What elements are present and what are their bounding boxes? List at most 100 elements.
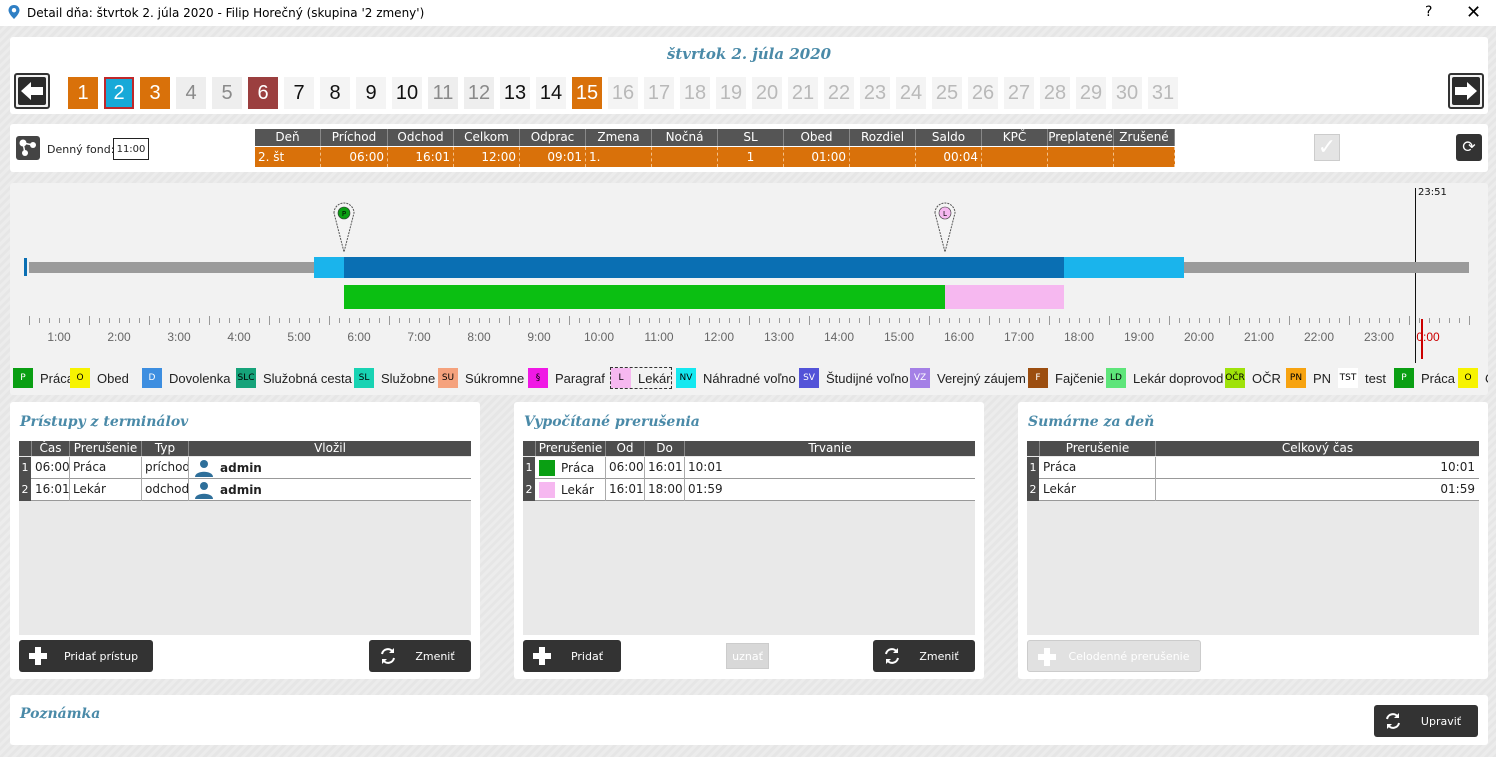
legend-item[interactable]: P Práca: [1394, 368, 1455, 388]
day-button-23[interactable]: 23: [860, 77, 890, 109]
day-button-17[interactable]: 17: [644, 77, 674, 109]
table-row[interactable]: 2 Lekár 16:01 18:00 01:59: [523, 479, 975, 501]
legend-item[interactable]: F Fajčenie: [1028, 368, 1104, 388]
column-header[interactable]: Prerušenie: [1040, 441, 1156, 456]
work-shift-bar[interactable]: [344, 257, 1064, 278]
work-interval-bar[interactable]: [344, 285, 945, 309]
day-button-8[interactable]: 8: [320, 77, 350, 109]
next-day-button[interactable]: [1448, 73, 1484, 109]
day-button-10[interactable]: 10: [392, 77, 422, 109]
day-button-12[interactable]: 12: [464, 77, 494, 109]
column-header[interactable]: Trvanie: [685, 441, 975, 456]
column-header[interactable]: Čas: [32, 441, 70, 456]
day-button-30[interactable]: 30: [1112, 77, 1142, 109]
add-access-button[interactable]: Pridať prístup: [19, 640, 153, 672]
summary-value: [1048, 147, 1114, 167]
accept-button[interactable]: uznať: [726, 643, 769, 669]
day-button-26[interactable]: 26: [968, 77, 998, 109]
timeline-tick: [599, 318, 600, 323]
change-access-button[interactable]: Zmeniť: [369, 640, 471, 672]
check-icon[interactable]: ✓: [1314, 134, 1340, 161]
legend-item[interactable]: OO: [1458, 368, 1488, 388]
legend-item[interactable]: L Lekár: [610, 367, 672, 389]
day-button-27[interactable]: 27: [1004, 77, 1034, 109]
legend-label: Fajčenie: [1055, 370, 1105, 386]
edit-note-button[interactable]: Upraviť: [1374, 705, 1478, 737]
day-button-20[interactable]: 20: [752, 77, 782, 109]
day-button-28[interactable]: 28: [1040, 77, 1070, 109]
close-button[interactable]: ✕: [1466, 2, 1481, 23]
day-button-24[interactable]: 24: [896, 77, 926, 109]
table-row[interactable]: 1 Práca 06:00 16:01 10:01: [523, 457, 975, 479]
day-button-18[interactable]: 18: [680, 77, 710, 109]
day-button-13[interactable]: 13: [500, 77, 530, 109]
legend-item[interactable]: P Práca: [13, 368, 74, 388]
timeline-tick: [249, 318, 250, 323]
day-button-15[interactable]: 15: [572, 77, 602, 109]
arrival-pin[interactable]: P: [333, 202, 355, 253]
legend-item[interactable]: SLC Služobná cesta: [236, 368, 352, 388]
table-row[interactable]: 1 Práca 10:01: [1027, 457, 1479, 479]
legend-item[interactable]: SV Študijné voľno: [799, 368, 909, 388]
day-button-6[interactable]: 6: [248, 77, 278, 109]
day-button-14[interactable]: 14: [536, 77, 566, 109]
day-button-3[interactable]: 3: [140, 77, 170, 109]
timeline-tick: [999, 318, 1000, 323]
table-row[interactable]: 1 06:00 Práca príchod admin: [19, 457, 471, 479]
timeline-tick: [1459, 318, 1460, 323]
legend-item[interactable]: TST test: [1338, 368, 1386, 388]
fullday-interruption-button[interactable]: Celodenné prerušenie: [1027, 640, 1201, 672]
column-header[interactable]: Vložil: [189, 441, 471, 456]
departure-pin[interactable]: L: [934, 202, 956, 253]
day-button-4[interactable]: 4: [176, 77, 206, 109]
column-header[interactable]: Typ: [142, 441, 189, 456]
legend-item[interactable]: LD Lekár doprovod: [1106, 368, 1223, 388]
day-button-21[interactable]: 21: [788, 77, 818, 109]
day-button-31[interactable]: 31: [1148, 77, 1178, 109]
day-button-7[interactable]: 7: [284, 77, 314, 109]
legend-item[interactable]: § Paragraf: [528, 368, 605, 388]
midnight-marker: [1421, 319, 1423, 359]
day-button-9[interactable]: 9: [356, 77, 386, 109]
legend-item[interactable]: NV Náhradné voľno: [676, 368, 796, 388]
day-button-25[interactable]: 25: [932, 77, 962, 109]
summary-header: Odchod: [388, 129, 454, 146]
previous-day-button[interactable]: [14, 73, 50, 109]
change-interruption-button[interactable]: Zmeniť: [873, 640, 975, 672]
legend-swatch: L: [611, 368, 631, 388]
schema-icon[interactable]: [16, 136, 40, 160]
day-button-22[interactable]: 22: [824, 77, 854, 109]
refresh-icon[interactable]: ⟳: [1456, 134, 1482, 161]
column-header[interactable]: Od: [606, 441, 645, 456]
legend-item[interactable]: VZ Verejný záujem: [910, 368, 1026, 388]
column-header[interactable]: Celkový čas: [1156, 441, 1479, 456]
timeline-tick: [379, 318, 380, 323]
legend-item[interactable]: D Dovolenka: [142, 368, 230, 388]
day-button-2[interactable]: 2: [104, 77, 134, 109]
legend-item[interactable]: O Obed: [70, 368, 129, 388]
legend-swatch: SV: [799, 368, 819, 388]
legend-item[interactable]: PN PN: [1286, 368, 1331, 388]
hour-label: 5:00: [287, 330, 311, 344]
day-button-16[interactable]: 16: [608, 77, 638, 109]
legend-item[interactable]: OČR OČR: [1225, 368, 1281, 388]
column-header[interactable]: Prerušenie: [536, 441, 606, 456]
column-header[interactable]: Prerušenie: [70, 441, 142, 456]
day-button-19[interactable]: 19: [716, 77, 746, 109]
legend-item[interactable]: SL Služobne: [354, 368, 435, 388]
help-button[interactable]: ?: [1425, 4, 1432, 20]
day-button-11[interactable]: 11: [428, 77, 458, 109]
doctor-interval-bar[interactable]: [945, 285, 1064, 309]
column-header[interactable]: Do: [645, 441, 685, 456]
day-button-1[interactable]: 1: [68, 77, 98, 109]
legend-label: Študijné voľno: [826, 370, 909, 386]
day-button-5[interactable]: 5: [212, 77, 242, 109]
table-row[interactable]: 2 Lekár 01:59: [1027, 479, 1479, 501]
legend-item[interactable]: SU Súkromne: [438, 368, 524, 388]
timeline-tick: [419, 318, 420, 323]
daily-fund-value[interactable]: 11:00: [113, 138, 149, 160]
day-button-29[interactable]: 29: [1076, 77, 1106, 109]
table-row[interactable]: 2 16:01 Lekár odchod admin: [19, 479, 471, 501]
add-interruption-button[interactable]: Pridať: [523, 640, 621, 672]
timeline-tick: [1429, 318, 1430, 323]
